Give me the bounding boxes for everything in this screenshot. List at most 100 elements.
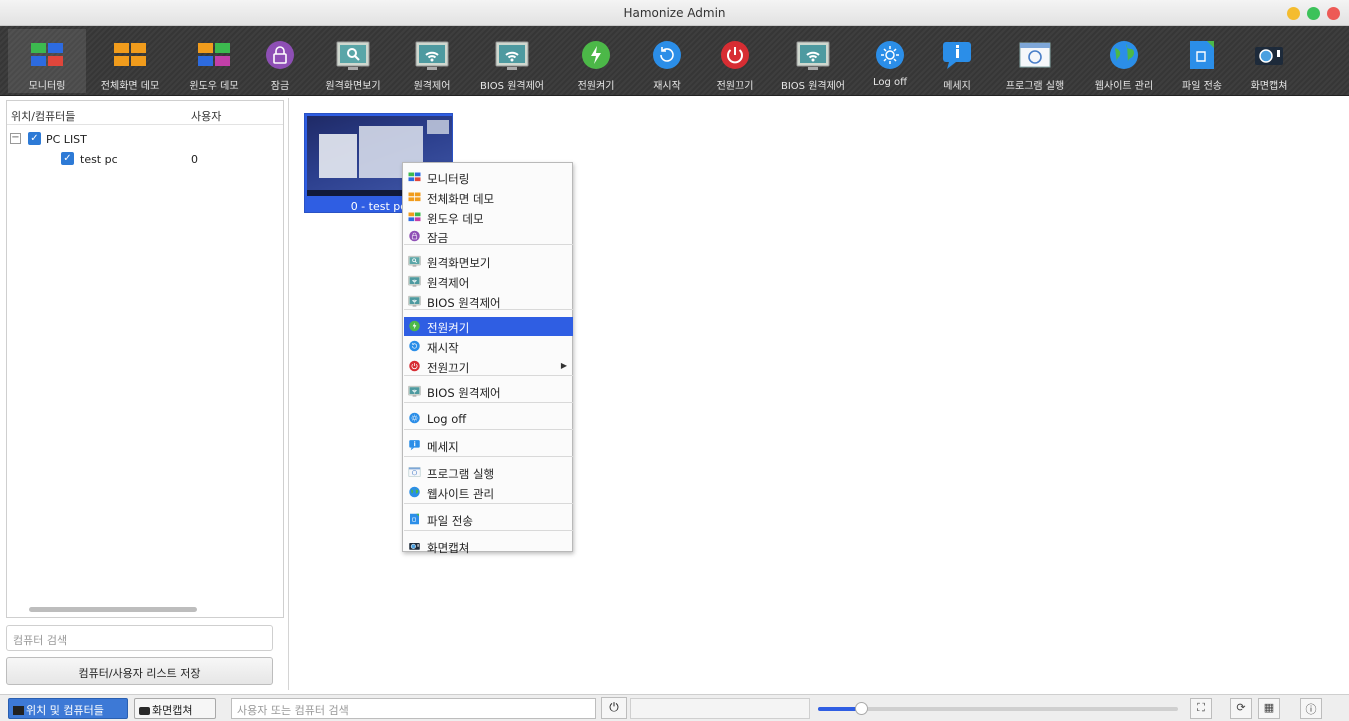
- camera-icon: [139, 707, 150, 715]
- toolbar-button-label: 윈도우 데모: [189, 81, 239, 92]
- fullscreen-demo-icon: [408, 191, 421, 203]
- run-program-icon: [1018, 39, 1052, 71]
- toolbar-button-label: BIOS 원격제어: [780, 81, 845, 92]
- toolbar-run-program-button[interactable]: 프로그램 실행: [992, 29, 1078, 93]
- toolbar-bios-remote-2-button[interactable]: BIOS 원격제어: [770, 29, 856, 93]
- grid-view-icon[interactable]: ▦: [1258, 698, 1280, 719]
- remote-control-icon: [415, 39, 449, 71]
- toolbar-lock-button[interactable]: 잠금: [255, 29, 305, 93]
- context-menu-item[interactable]: 재시작: [404, 337, 573, 356]
- menu-separator: [404, 429, 573, 430]
- toolbar-button-label: BIOS 원격제어: [479, 81, 544, 92]
- message-icon: [940, 39, 974, 71]
- save-list-button[interactable]: 컴퓨터/사용자 리스트 저장: [6, 657, 273, 685]
- context-menu-item[interactable]: 전원켜기: [404, 317, 573, 336]
- context-menu-item-label: 화면캡쳐: [427, 541, 470, 555]
- context-menu-item[interactable]: 모니터링: [404, 168, 573, 187]
- tree-header: 위치/컴퓨터들 사용자: [7, 101, 283, 125]
- window-title: Hamonize Admin: [623, 6, 726, 20]
- main-toolbar: 모니터링 전체화면 데모 윈도우 데모 잠금 원격화면보기 원격제어 BIOS 원격제…: [0, 26, 1349, 96]
- context-menu-item-label: 웹사이트 관리: [427, 487, 495, 501]
- close-button[interactable]: [1327, 7, 1340, 20]
- toolbar-message-button[interactable]: 메세지: [925, 29, 989, 93]
- toolbar-button-label: 프로그램 실행: [1005, 81, 1065, 92]
- zoom-slider-handle[interactable]: [855, 702, 868, 715]
- minimize-button[interactable]: [1287, 7, 1300, 20]
- computer-tree[interactable]: 위치/컴퓨터들 사용자 − ✓ PC LIST ✓ test pc 0: [6, 100, 284, 618]
- menu-separator: [404, 244, 573, 245]
- run-program-icon: [408, 466, 421, 478]
- power-on-icon: [408, 320, 421, 332]
- context-menu-item-label: BIOS 원격제어: [427, 386, 501, 400]
- tree-row-pc-list[interactable]: − ✓ PC LIST: [7, 129, 283, 149]
- test-pc-label: test pc: [80, 153, 118, 166]
- auto-fit-icon[interactable]: ⟳: [1230, 698, 1252, 719]
- message-icon: [408, 439, 421, 451]
- power-icon[interactable]: ⏻: [601, 697, 627, 719]
- toolbar-button-label: 잠금: [270, 81, 290, 92]
- file-transfer-icon: [408, 513, 421, 525]
- panel-divider[interactable]: [288, 98, 289, 690]
- tree-header-user[interactable]: 사용자: [191, 108, 221, 124]
- maximize-button[interactable]: [1307, 7, 1320, 20]
- file-transfer-icon: [1185, 39, 1219, 71]
- toolbar-screenshot-button[interactable]: 화면캡쳐: [1237, 29, 1301, 93]
- toolbar-remote-control-button[interactable]: 원격제어: [400, 29, 464, 93]
- toolbar-website-manage-button[interactable]: 웹사이트 관리: [1080, 29, 1168, 93]
- window-demo-icon: [408, 211, 421, 223]
- tree-row-test-pc[interactable]: ✓ test pc 0: [7, 149, 283, 169]
- bios-remote-icon: [796, 39, 830, 71]
- context-menu-item[interactable]: 전원끄기 ▶: [404, 357, 573, 376]
- toolbar-bios-remote-button[interactable]: BIOS 원격제어: [466, 29, 558, 93]
- context-menu-item[interactable]: 원격제어: [404, 272, 573, 291]
- context-menu-item[interactable]: 파일 전송: [404, 510, 573, 529]
- context-menu-item-label: 전체화면 데모: [427, 192, 495, 206]
- toolbar-window-demo-button[interactable]: 윈도우 데모: [175, 29, 253, 93]
- menu-separator: [404, 456, 573, 457]
- user-computer-search-input[interactable]: 사용자 또는 컴퓨터 검색: [231, 698, 596, 719]
- context-menu-item[interactable]: BIOS 원격제어: [404, 382, 573, 401]
- tree-header-location[interactable]: 위치/컴퓨터들: [11, 108, 75, 124]
- zoom-slider-track[interactable]: [818, 707, 1178, 711]
- toolbar-logoff-button[interactable]: Log off: [858, 29, 922, 93]
- toolbar-file-transfer-button[interactable]: 파일 전송: [1170, 29, 1234, 93]
- pc-list-label: PC LIST: [46, 133, 87, 146]
- context-menu-item-label: 파일 전송: [427, 514, 473, 528]
- toolbar-remote-view-button[interactable]: 원격화면보기: [308, 29, 398, 93]
- pc-list-checkbox[interactable]: ✓: [28, 132, 41, 145]
- context-menu-item[interactable]: Log off: [404, 409, 573, 428]
- toolbar-fullscreen-demo-button[interactable]: 전체화면 데모: [88, 29, 172, 93]
- context-menu-item[interactable]: 웹사이트 관리: [404, 483, 573, 502]
- tab-screenshot[interactable]: 화면캡쳐: [134, 698, 216, 719]
- toolbar-power-off-button[interactable]: 전원끄기: [703, 29, 767, 93]
- toolbar-button-label: 메세지: [943, 81, 971, 92]
- toolbar-monitoring-button[interactable]: 모니터링: [8, 29, 86, 93]
- computer-search-input[interactable]: 컴퓨터 검색: [6, 625, 273, 651]
- about-icon[interactable]: ⓘ: [1300, 698, 1322, 719]
- context-menu-item-label: 프로그램 실행: [427, 467, 495, 481]
- context-menu-item[interactable]: 화면캡쳐: [404, 537, 573, 556]
- context-menu-item[interactable]: 원격화면보기: [404, 252, 573, 271]
- fit-view-icon[interactable]: ⛶: [1190, 698, 1212, 719]
- context-menu-item[interactable]: 전체화면 데모: [404, 188, 573, 207]
- context-menu-item-label: 모니터링: [427, 172, 470, 186]
- toolbar-button-label: 화면캡쳐: [1250, 81, 1288, 92]
- power-off-icon: [718, 39, 752, 71]
- toolbar-strip: 모니터링 전체화면 데모 윈도우 데모 잠금 원격화면보기 원격제어 BIOS 원격제…: [8, 29, 1310, 93]
- collapse-icon[interactable]: −: [10, 133, 21, 144]
- context-menu-item[interactable]: 프로그램 실행: [404, 463, 573, 482]
- context-menu-item-label: 전원끄기: [427, 361, 470, 375]
- remote-control-icon: [408, 275, 421, 287]
- menu-separator: [404, 375, 573, 376]
- monitoring-grid-icon: [408, 171, 421, 183]
- tree-horizontal-scrollbar[interactable]: [29, 607, 197, 612]
- toolbar-reboot-button[interactable]: 재시작: [634, 29, 700, 93]
- test-pc-checkbox[interactable]: ✓: [61, 152, 74, 165]
- reboot-icon: [650, 39, 684, 71]
- power-on-icon: [579, 39, 613, 71]
- tab-locations-computers[interactable]: 위치 및 컴퓨터들: [8, 698, 128, 719]
- toolbar-power-on-button[interactable]: 전원켜기: [560, 29, 632, 93]
- context-menu-item[interactable]: 윈도우 데모: [404, 208, 573, 227]
- context-menu-item-label: 메세지: [427, 440, 459, 454]
- context-menu-item[interactable]: 메세지: [404, 436, 573, 455]
